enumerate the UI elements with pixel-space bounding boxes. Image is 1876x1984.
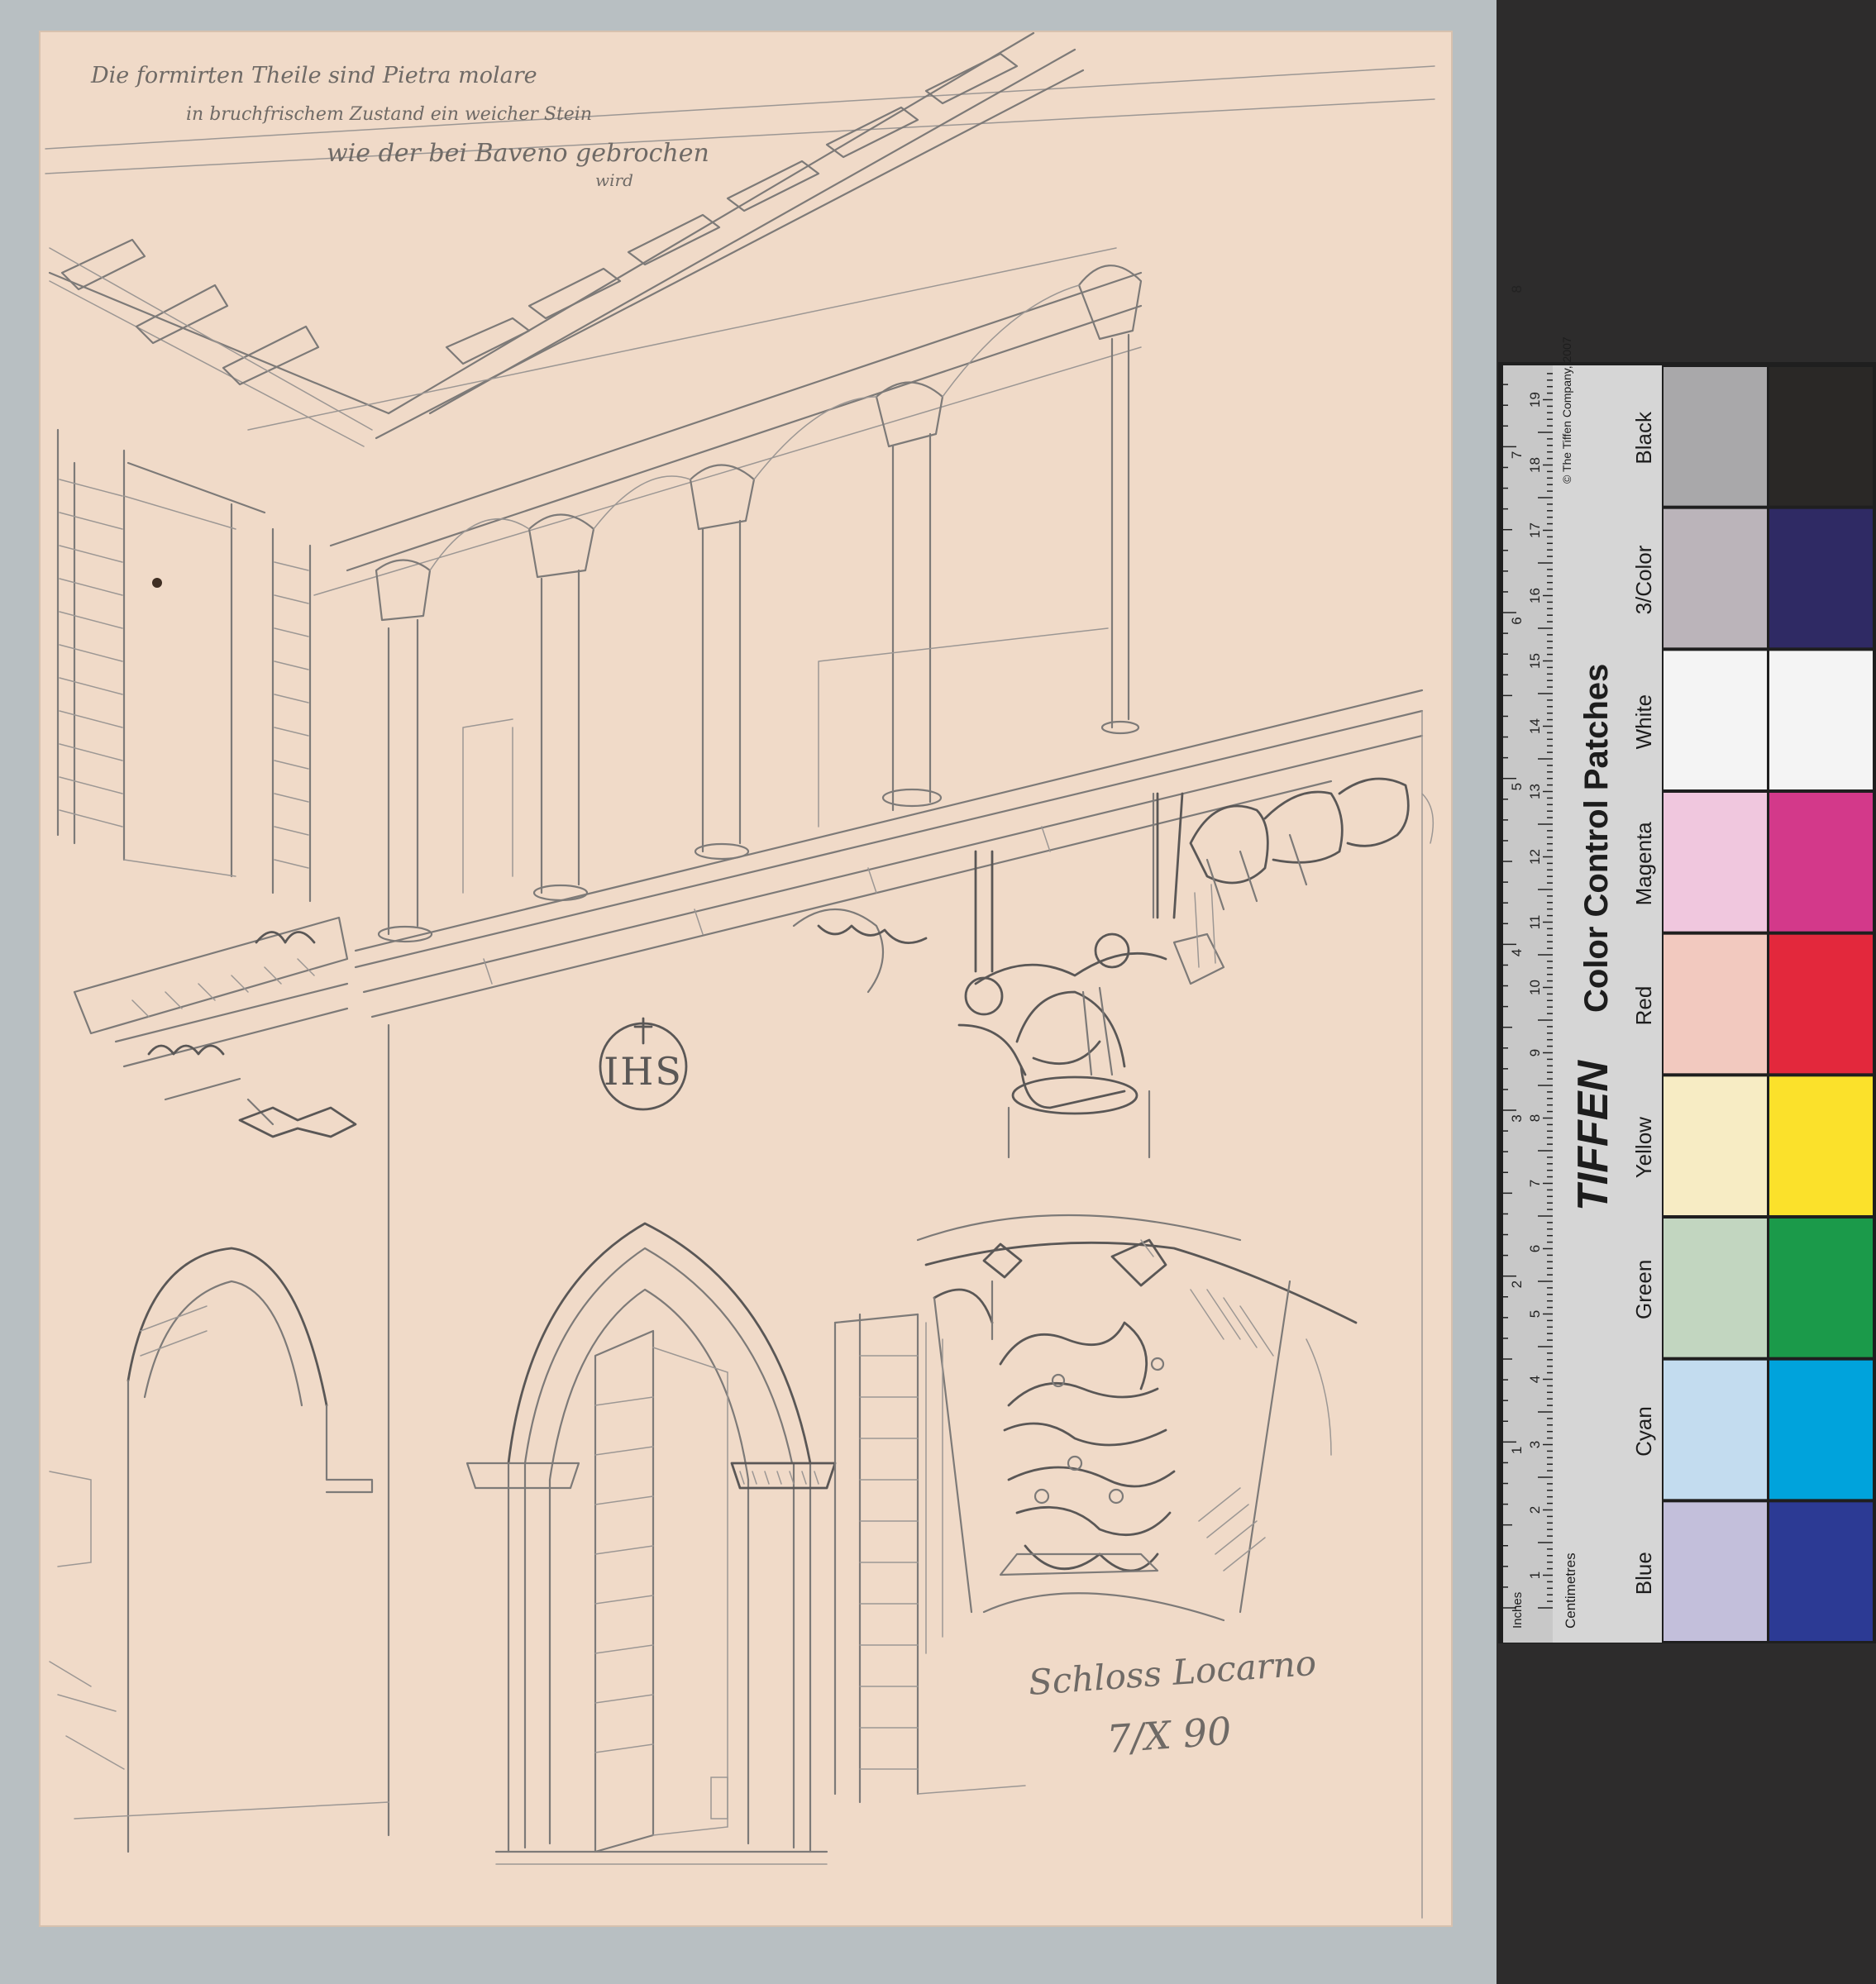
ruler-cm-number: 15 <box>1527 653 1543 669</box>
ruler-inch-number: 6 <box>1509 617 1525 624</box>
ruler-cm-number: 6 <box>1527 1245 1543 1252</box>
patch-light-black <box>1664 367 1767 506</box>
patch-light-yellow <box>1664 1076 1767 1215</box>
ruler-inch-number: 5 <box>1509 783 1525 790</box>
ruler-cm-number: 9 <box>1527 1049 1543 1056</box>
scene: IHS Die formirten Theile sind Pietra mol… <box>0 0 1876 1984</box>
patch-label: Blue <box>1631 1552 1656 1595</box>
ruler-cm-number: 16 <box>1527 588 1543 603</box>
patch-dark-3-color <box>1769 508 1873 648</box>
ruler-inch-number: 3 <box>1509 1114 1525 1122</box>
patch-light-3-color <box>1664 508 1767 648</box>
patch-dark-blue <box>1769 1502 1873 1641</box>
color-patch-grid: Blue Cyan Green Yellow Red Magenta White 3/Colo… <box>1631 367 1873 1641</box>
patch-label: Cyan <box>1631 1406 1656 1457</box>
annotation-line-2: in bruchfrischem Zustand ein weicher Ste… <box>186 104 592 125</box>
ihs-monogram: IHS <box>604 1049 683 1094</box>
annotation-line-1: Die formirten Theile sind Pietra molare <box>90 63 537 88</box>
patch-light-magenta <box>1664 793 1767 932</box>
annotation-line-4: wird <box>595 170 633 190</box>
ruler-in-label: Inches <box>1511 1592 1525 1629</box>
patch-dark-red <box>1769 934 1873 1074</box>
annotation-line-3: wie der bei Baveno gebrochen <box>327 139 709 168</box>
ruler-cm-number: 14 <box>1527 718 1543 734</box>
patch-label: Magenta <box>1631 822 1656 906</box>
ruler-cm-number: 13 <box>1527 784 1543 799</box>
patch-label: White <box>1631 694 1656 749</box>
patch-label: 3/Color <box>1631 545 1656 614</box>
ruler-cm-number: 19 <box>1527 392 1543 408</box>
ruler-inch-number: 8 <box>1509 285 1525 293</box>
patch-light-green <box>1664 1219 1767 1357</box>
ruler-inch-number: 2 <box>1509 1281 1525 1288</box>
patch-dark-black <box>1769 367 1873 506</box>
ruler-inch-number: 1 <box>1509 1447 1525 1454</box>
ruler-cm-number: 10 <box>1527 980 1543 995</box>
patch-dark-green <box>1769 1219 1873 1357</box>
patch-dark-yellow <box>1769 1076 1873 1215</box>
patch-dark-cyan <box>1769 1360 1873 1500</box>
ruler-cm-number: 3 <box>1527 1441 1543 1448</box>
patch-light-cyan <box>1664 1360 1767 1500</box>
ruler-cm-number: 4 <box>1527 1376 1543 1383</box>
patch-light-red <box>1664 934 1767 1074</box>
ruler-inch-number: 4 <box>1509 949 1525 956</box>
patch-dark-magenta <box>1769 793 1873 932</box>
patch-label: Black <box>1631 411 1656 465</box>
patch-dark-white <box>1769 651 1873 789</box>
card-copyright: © The Tiffen Company, 2007 <box>1560 336 1573 484</box>
patch-light-blue <box>1664 1502 1767 1641</box>
patch-light-white <box>1664 651 1767 789</box>
ruler-cm-number: 8 <box>1527 1114 1543 1122</box>
ruler-cm-number: 5 <box>1527 1310 1543 1318</box>
ruler-cm-label: Centimetres <box>1563 1552 1578 1629</box>
patch-label: Green <box>1631 1260 1656 1319</box>
paper-sheet <box>39 31 1453 1927</box>
patch-label: Red <box>1631 986 1656 1026</box>
date-label: 7/X 90 <box>1105 1709 1233 1762</box>
brand-logo: TIFFEN <box>1569 1060 1617 1211</box>
ruler-cm-number: 1 <box>1527 1571 1543 1579</box>
ruler-cm-number: 11 <box>1527 915 1543 930</box>
patch-label: Yellow <box>1631 1117 1656 1178</box>
ruler-cm-number: 2 <box>1527 1506 1543 1514</box>
ruler-cm-number: 17 <box>1527 522 1543 538</box>
ruler-cm-number: 18 <box>1527 457 1543 473</box>
ruler-inch-number: 7 <box>1509 451 1525 459</box>
ruler-cm-number: 7 <box>1527 1180 1543 1187</box>
tiffen-color-card: 1234567891011121314151617181912345678 Bl… <box>1498 285 1876 1643</box>
card-title: Color Control Patches <box>1578 664 1615 1013</box>
ruler-cm-number: 12 <box>1527 849 1543 865</box>
